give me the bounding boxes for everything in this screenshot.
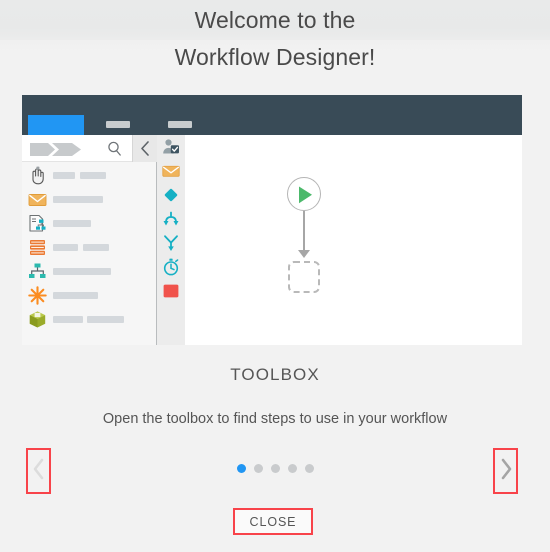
asterisk-icon [28, 286, 47, 305]
caption-body: Open the toolbox to find steps to use in… [102, 411, 448, 427]
pagination-dot-2[interactable] [253, 464, 263, 473]
list-item[interactable] [22, 187, 156, 211]
tab-second-label [106, 121, 130, 128]
workflow-canvas[interactable] [185, 135, 522, 345]
app-titlebar [22, 95, 522, 115]
tab-second[interactable] [90, 115, 146, 135]
tutorial-screenshot [22, 95, 522, 345]
timer-icon [162, 258, 180, 276]
list-item-sublabel [87, 316, 124, 323]
org-chart-icon [28, 262, 47, 281]
list-item[interactable] [22, 259, 156, 283]
tab-active[interactable] [28, 115, 84, 135]
list-item-label [53, 244, 78, 251]
rail-item[interactable] [157, 159, 185, 183]
step-palette-rail [157, 135, 185, 345]
list-item[interactable] [22, 283, 156, 307]
workflow-connector-line [303, 211, 305, 253]
list-item-sublabel [80, 172, 106, 179]
list-item-label [53, 292, 98, 299]
close-button[interactable]: CLOSE [233, 508, 313, 535]
list-item[interactable] [22, 307, 156, 331]
page-title: Welcome to the Workflow Designer! [0, 0, 550, 88]
tab-third-label [168, 121, 192, 128]
toolbox-collapse-button[interactable] [132, 135, 157, 162]
tab-third[interactable] [152, 115, 208, 135]
pagination-dot-4[interactable] [287, 464, 297, 473]
toolbox-item-list [22, 163, 156, 345]
workflow-start-node[interactable] [287, 177, 321, 211]
pagination-dot-1[interactable] [236, 464, 246, 473]
decision-diamond-icon [162, 186, 180, 204]
user-approve-icon [162, 138, 180, 156]
rail-item[interactable] [157, 279, 185, 303]
toolbox-search-bar[interactable] [22, 135, 157, 162]
search-icon[interactable] [107, 141, 123, 162]
package-cube-icon [28, 310, 47, 329]
rail-item[interactable] [157, 231, 185, 255]
pagination-dots [0, 464, 550, 473]
envelope-icon [28, 190, 47, 209]
title-line-two: Workflow Designer! [174, 44, 376, 70]
toolbox-panel [22, 135, 157, 345]
list-item[interactable] [22, 163, 156, 187]
list-item-label [53, 268, 111, 275]
list-item-label [53, 196, 103, 203]
document-flow-icon [28, 214, 47, 233]
caption-title: TOOLBOX [230, 365, 320, 384]
app-tabbar [22, 115, 522, 135]
branch-merge-icon [162, 210, 180, 228]
list-item[interactable] [22, 235, 156, 259]
breadcrumb-chevrons-icon [30, 143, 86, 156]
workflow-connector-arrow [298, 250, 310, 258]
fork-icon [162, 234, 180, 252]
database-icon [28, 238, 47, 257]
hand-cursor-icon [28, 166, 47, 185]
list-item-label [53, 220, 91, 227]
list-item[interactable] [22, 211, 156, 235]
rail-item[interactable] [157, 255, 185, 279]
workflow-placeholder-node[interactable] [288, 261, 320, 293]
title-line-one: Welcome to the [194, 7, 356, 33]
rail-item[interactable] [157, 183, 185, 207]
rail-item[interactable] [157, 135, 185, 159]
list-item-label [53, 316, 83, 323]
envelope-icon [162, 162, 180, 180]
pagination-dot-3[interactable] [270, 464, 280, 473]
rail-item[interactable] [157, 207, 185, 231]
list-item-label [53, 172, 75, 179]
list-item-sublabel [83, 244, 109, 251]
pagination-dot-5[interactable] [304, 464, 314, 473]
stop-square-icon [162, 282, 180, 300]
